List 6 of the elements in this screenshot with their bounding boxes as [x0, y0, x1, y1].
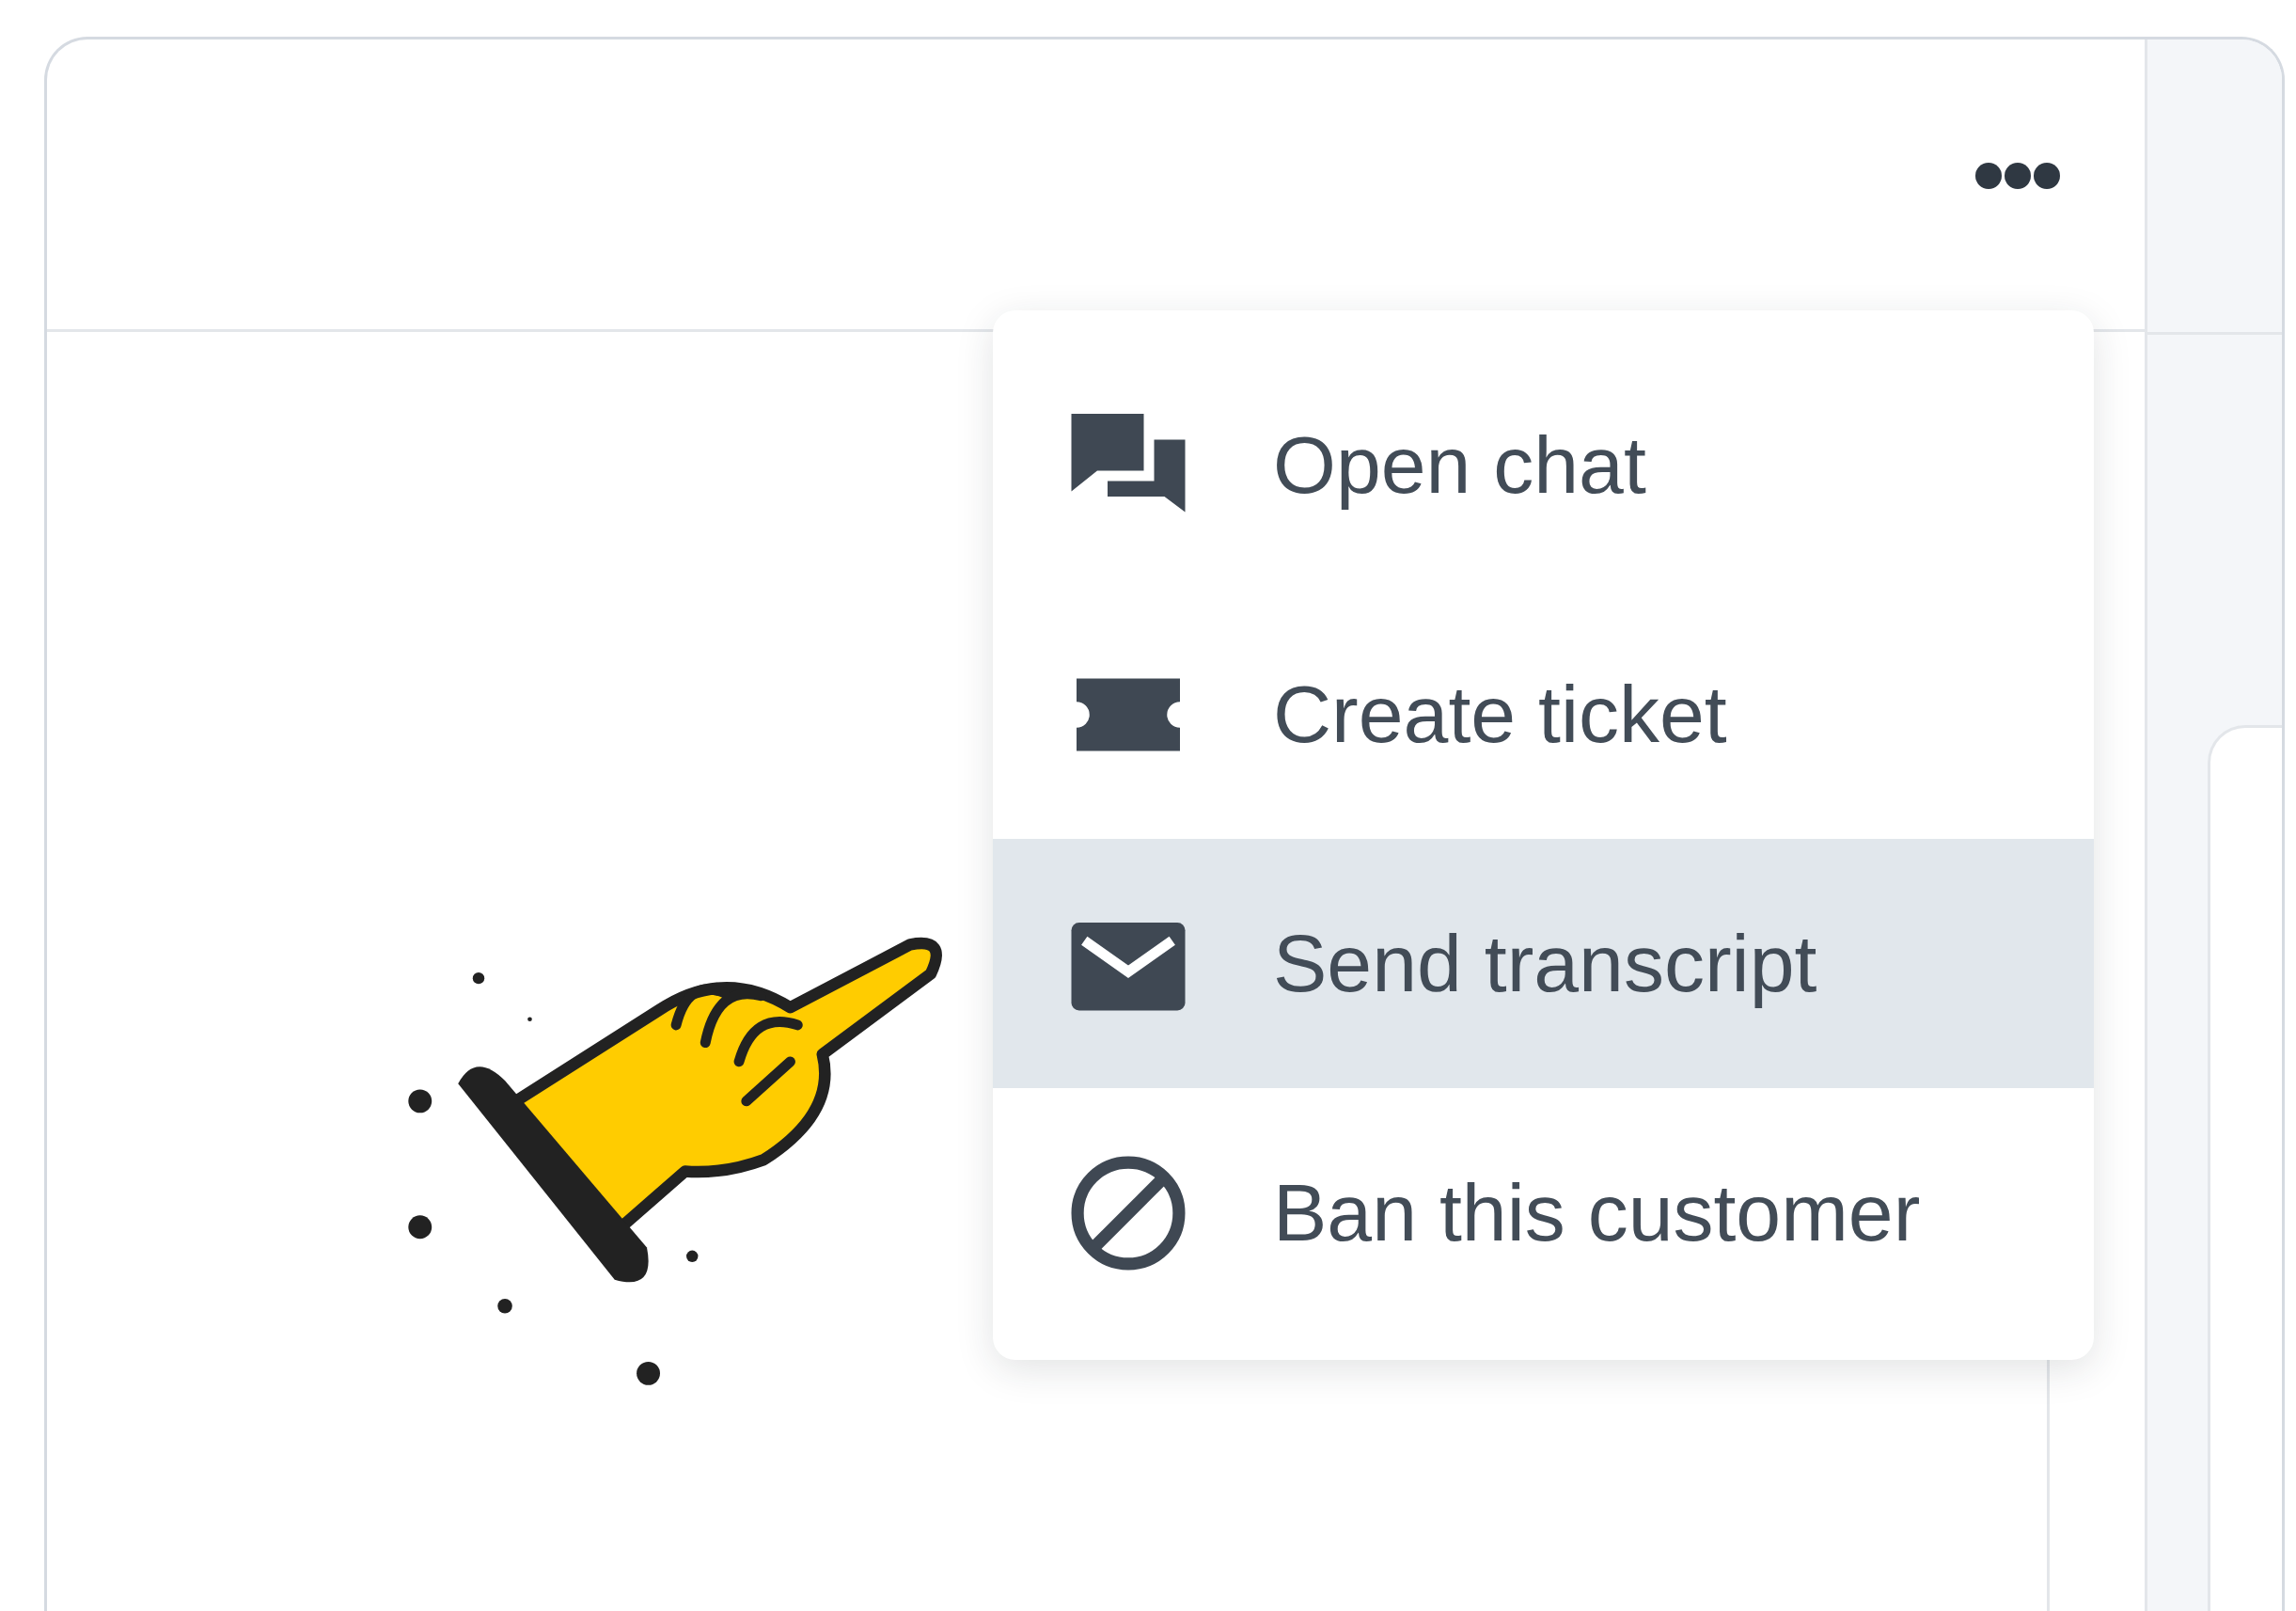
- menu-item[interactable]: Create ticket: [993, 590, 2094, 839]
- more-icon: [1975, 162, 2060, 190]
- menu-item[interactable]: Ban this customer: [993, 1088, 2094, 1337]
- menu-item[interactable]: Open chat: [993, 340, 2094, 590]
- menu-item[interactable]: Send transcript: [993, 839, 2094, 1088]
- more-options-button[interactable]: [1975, 162, 2060, 190]
